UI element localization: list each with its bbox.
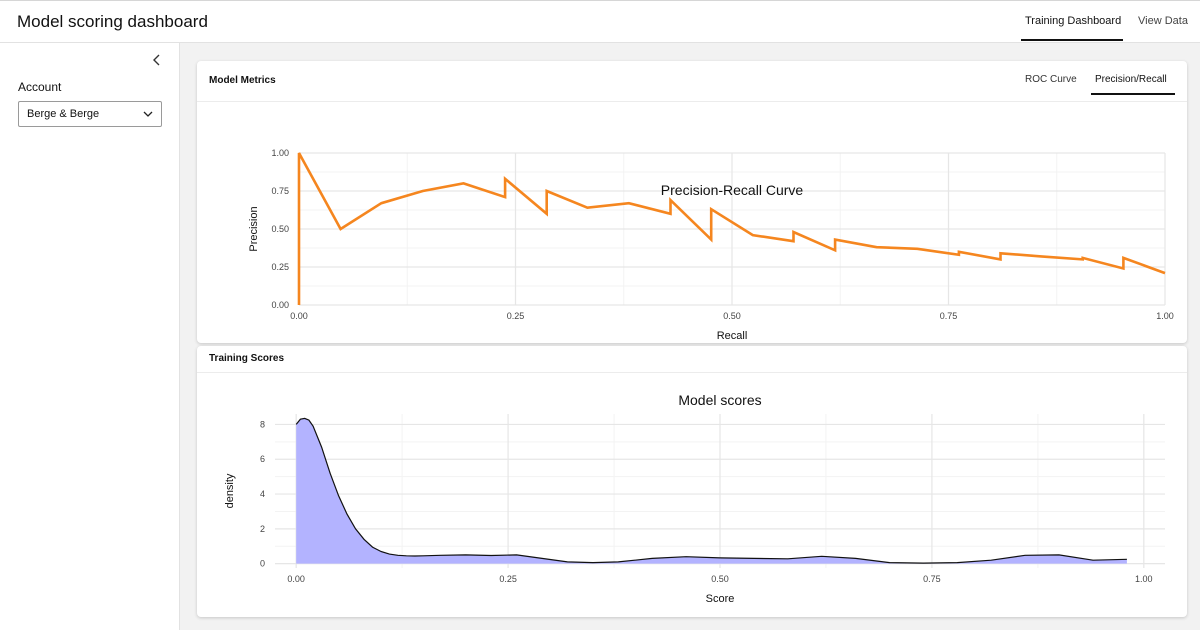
x-tick-label: 0.50 bbox=[711, 574, 729, 584]
x-tick-label: 0.75 bbox=[940, 311, 958, 321]
account-select[interactable]: Berge & Berge bbox=[18, 101, 162, 127]
account-label: Account bbox=[18, 80, 62, 94]
sidebar: Account Berge & Berge bbox=[0, 43, 180, 630]
tab-roc-curve[interactable]: ROC Curve bbox=[1025, 74, 1077, 85]
y-tick-label: 2 bbox=[260, 524, 265, 534]
top-bar: Model scoring dashboard Training Dashboa… bbox=[0, 0, 1200, 43]
model-metrics-card: Model Metrics ROC Curve Precision/Recall… bbox=[197, 61, 1187, 343]
chart-title: Model scores bbox=[678, 392, 761, 408]
active-tab-indicator bbox=[1021, 39, 1123, 41]
y-tick-label: 4 bbox=[260, 489, 265, 499]
training-scores-card: Training Scores 0.00 0.25 0.50 0.75 1.00 0 2 4 6… bbox=[197, 346, 1187, 617]
chevron-down-icon bbox=[143, 111, 153, 117]
y-tick-label: 0.00 bbox=[271, 300, 289, 310]
model-metrics-title: Model Metrics bbox=[209, 75, 276, 86]
precision-recall-chart: 0.00 0.25 0.50 0.75 1.00 0.00 0.25 0.50 0.75 1.00… bbox=[248, 148, 1174, 342]
x-axis-label: Score bbox=[706, 593, 735, 605]
training-scores-header: Training Scores bbox=[197, 346, 1187, 373]
sidebar-collapse-button[interactable] bbox=[148, 51, 166, 69]
y-tick-label: 0.50 bbox=[271, 224, 289, 234]
x-tick-label: 0.00 bbox=[290, 311, 308, 321]
x-tick-label: 0.75 bbox=[923, 574, 941, 584]
y-axis-label: Precision bbox=[248, 206, 260, 251]
y-tick-label: 0.75 bbox=[271, 186, 289, 196]
y-tick-label: 8 bbox=[260, 419, 265, 429]
density-area bbox=[296, 418, 1127, 564]
model-metrics-header: Model Metrics ROC Curve Precision/Recall bbox=[197, 61, 1187, 102]
x-tick-label: 0.25 bbox=[507, 311, 525, 321]
x-axis-label: Recall bbox=[717, 330, 748, 342]
account-select-value: Berge & Berge bbox=[27, 108, 100, 120]
x-tick-label: 1.00 bbox=[1135, 574, 1153, 584]
y-tick-label: 1.00 bbox=[271, 148, 289, 158]
metrics-active-tab-indicator bbox=[1091, 93, 1175, 95]
x-tick-label: 1.00 bbox=[1156, 311, 1174, 321]
tab-precision-recall[interactable]: Precision/Recall bbox=[1095, 74, 1167, 85]
app-title: Model scoring dashboard bbox=[17, 12, 208, 31]
x-tick-label: 0.25 bbox=[499, 574, 517, 584]
y-axis-label: density bbox=[224, 473, 236, 508]
tab-view-data[interactable]: View Data bbox=[1138, 15, 1188, 27]
density-line bbox=[295, 417, 1127, 564]
chart-title: Precision-Recall Curve bbox=[661, 182, 804, 198]
y-tick-label: 0.25 bbox=[271, 262, 289, 272]
y-tick-label: 0 bbox=[260, 559, 265, 569]
training-scores-title: Training Scores bbox=[209, 353, 285, 364]
tab-training-dashboard[interactable]: Training Dashboard bbox=[1025, 15, 1121, 27]
model-scores-chart: 0.00 0.25 0.50 0.75 1.00 0 2 4 6 8 Model scores Sco… bbox=[224, 392, 1165, 605]
x-tick-label: 0.00 bbox=[287, 574, 305, 584]
chevron-left-icon bbox=[153, 54, 160, 66]
x-tick-label: 0.50 bbox=[723, 311, 741, 321]
y-tick-label: 6 bbox=[260, 454, 265, 464]
